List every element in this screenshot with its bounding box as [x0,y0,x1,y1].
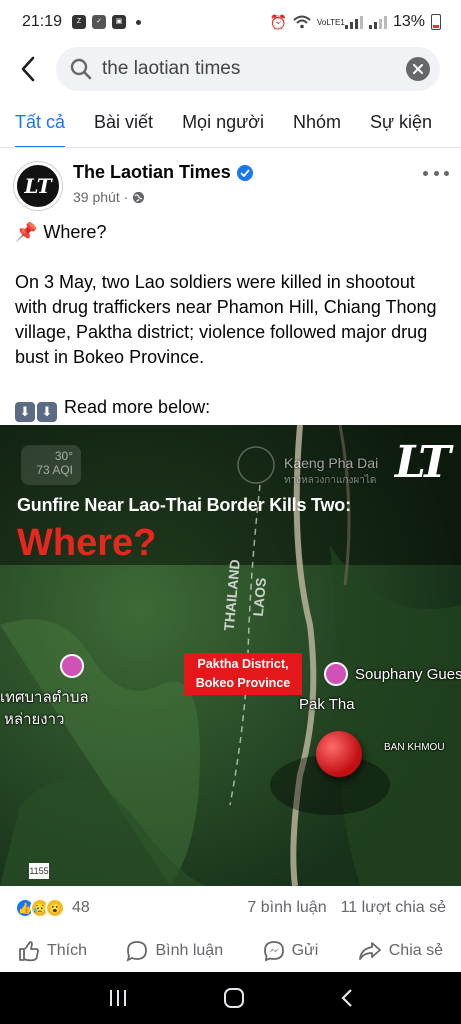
callout-line-2: Bokeo Province [195,676,291,690]
map-label-thai-municipality: เทศบาลตำบล [0,689,89,706]
send-label: Gửi [291,942,319,959]
messenger-icon [263,941,284,962]
laotian-times-logo: LT [394,437,451,488]
search-row [0,46,461,92]
more-dot-icon [423,170,428,176]
map-label-souphany: Souphany Gues [355,666,461,683]
messenger-notification-icon: ✓ [92,15,107,29]
poi-pin-icon [60,654,84,678]
search-input[interactable] [102,58,406,80]
location-pin-icon [316,731,362,777]
status-right: ⏰ VoLTE1 13% [270,13,441,31]
weather-widget: 30° 73 AQI [21,445,81,485]
more-dot-icon [433,170,439,176]
comment-icon [127,941,148,962]
pushpin-icon: 📌 [15,222,38,242]
tab-people[interactable]: Mọi người [182,98,264,147]
tab-groups[interactable]: Nhóm [293,98,341,147]
image-where-title: Where? [17,522,157,564]
post-body: 📌 Where? On 3 May, two Lao soldiers were … [15,220,447,422]
wow-reaction-icon: 😮 [45,898,65,918]
page-name[interactable]: The Laotian Times [73,162,231,183]
map-label-keng-pha-dai: Kaeng Pha Dai [284,455,379,471]
like-icon [19,941,39,962]
page-name-row: The Laotian Times [73,162,253,183]
map-label-ban-khmou: BAN KHMOU [384,742,445,753]
weather-temp: 30° [54,449,73,463]
screen: 21:19 Z ✓ ▣ ⏰ VoLTE1 13% Tất cả Bài [0,0,461,1024]
back-button[interactable] [0,46,56,92]
post-body-text: On 3 May, two Lao soldiers were killed i… [15,272,437,367]
share-button[interactable]: Chia sẻ [358,940,443,962]
more-dot-icon [444,170,449,176]
signal-2-icon [368,15,387,29]
share-count[interactable]: 11 lượt chia sẻ [341,899,446,917]
zalo-notification-icon: Z [72,15,87,29]
callout-line-1: Paktha District, [197,657,289,671]
signal-1-icon [344,15,363,29]
search-icon [70,58,92,80]
gallery-notification-icon: ▣ [112,15,127,29]
post-more-button[interactable] [423,163,449,183]
globe-icon [133,191,145,203]
system-nav-bar [0,972,461,1024]
wifi-icon [293,15,311,29]
pin-line: 📌 Where? [15,220,447,245]
battery-percent: 13% [392,13,425,30]
verified-badge-icon [236,164,253,181]
post-time[interactable]: 39 phút [73,189,120,205]
read-more-text: Read more below: [64,397,211,417]
post-meta: 39 phút · [73,189,145,205]
search-filter-tabs: Tất cả Bài viết Mọi người Nhóm Sự kiện [0,98,461,148]
post-header: LT The Laotian Times 39 phút · [0,157,461,215]
clear-icon [413,64,423,74]
comment-button[interactable]: Bình luận [126,940,223,962]
pin-line-text: Where? [43,222,107,242]
like-button[interactable]: Thích [18,940,87,962]
location-callout: Paktha District, Bokeo Province [184,653,302,695]
map-label-pak-tha: Pak Tha [299,696,355,713]
volte-label: VoLTE1 [316,17,345,27]
comment-label: Bình luận [155,942,224,959]
like-label: Thích [47,942,88,959]
more-notifications-icon [136,19,142,25]
reaction-count[interactable]: 48 [72,899,90,917]
post-image[interactable]: 30° 73 AQI Kaeng Pha Dai ทางหลวงกาแกงผาไ… [0,425,461,886]
comment-count[interactable]: 7 bình luận [247,899,326,917]
clock: 21:19 [22,13,63,30]
read-more-line: ⬇ ⬇ Read more below: [15,395,447,422]
post-actions: Thích Bình luận Gửi Chia sẻ [0,932,461,970]
search-bar[interactable] [56,47,440,91]
tab-posts[interactable]: Bài viết [94,98,153,147]
page-avatar[interactable]: LT [14,162,62,210]
clear-search-button[interactable] [406,57,430,81]
down-arrow-icon: ⬇ [15,402,35,422]
image-headline: Gunfire Near Lao-Thai Border Kills Two: [17,495,351,515]
post-stats: 7 bình luận 11 lượt chia sẻ [247,899,446,917]
recent-apps-button[interactable] [108,989,128,1007]
back-arrow-icon [21,56,35,82]
down-arrow-icon: ⬇ [37,402,57,422]
battery-icon [431,14,441,30]
status-bar: 21:19 Z ✓ ▣ ⏰ VoLTE1 13% [0,0,461,44]
avatar-logo: LT [24,174,52,198]
share-icon [358,942,381,960]
alarm-icon: ⏰ [269,13,287,30]
reactions-row: 👍 😥 😮 48 7 bình luận 11 lượt chia sẻ [0,893,461,923]
weather-aqi: 73 AQI [36,463,73,477]
send-button[interactable]: Gửi [263,940,319,962]
map-label-thai-town: หล่ายงาว [4,711,65,728]
hotel-pin-icon [324,662,348,686]
map-label-laos: LAOS [249,576,270,618]
system-back-button[interactable] [340,988,354,1008]
tab-all[interactable]: Tất cả [15,98,66,147]
home-button[interactable] [223,987,245,1009]
share-label: Chia sẻ [388,942,443,959]
meta-separator: · [123,189,129,205]
road-number-sign: 1155 [29,863,49,879]
tab-events[interactable]: Sự kiện [370,98,432,147]
map-label-thai-road: ทางหลวงกาแกงผาได [284,475,377,486]
